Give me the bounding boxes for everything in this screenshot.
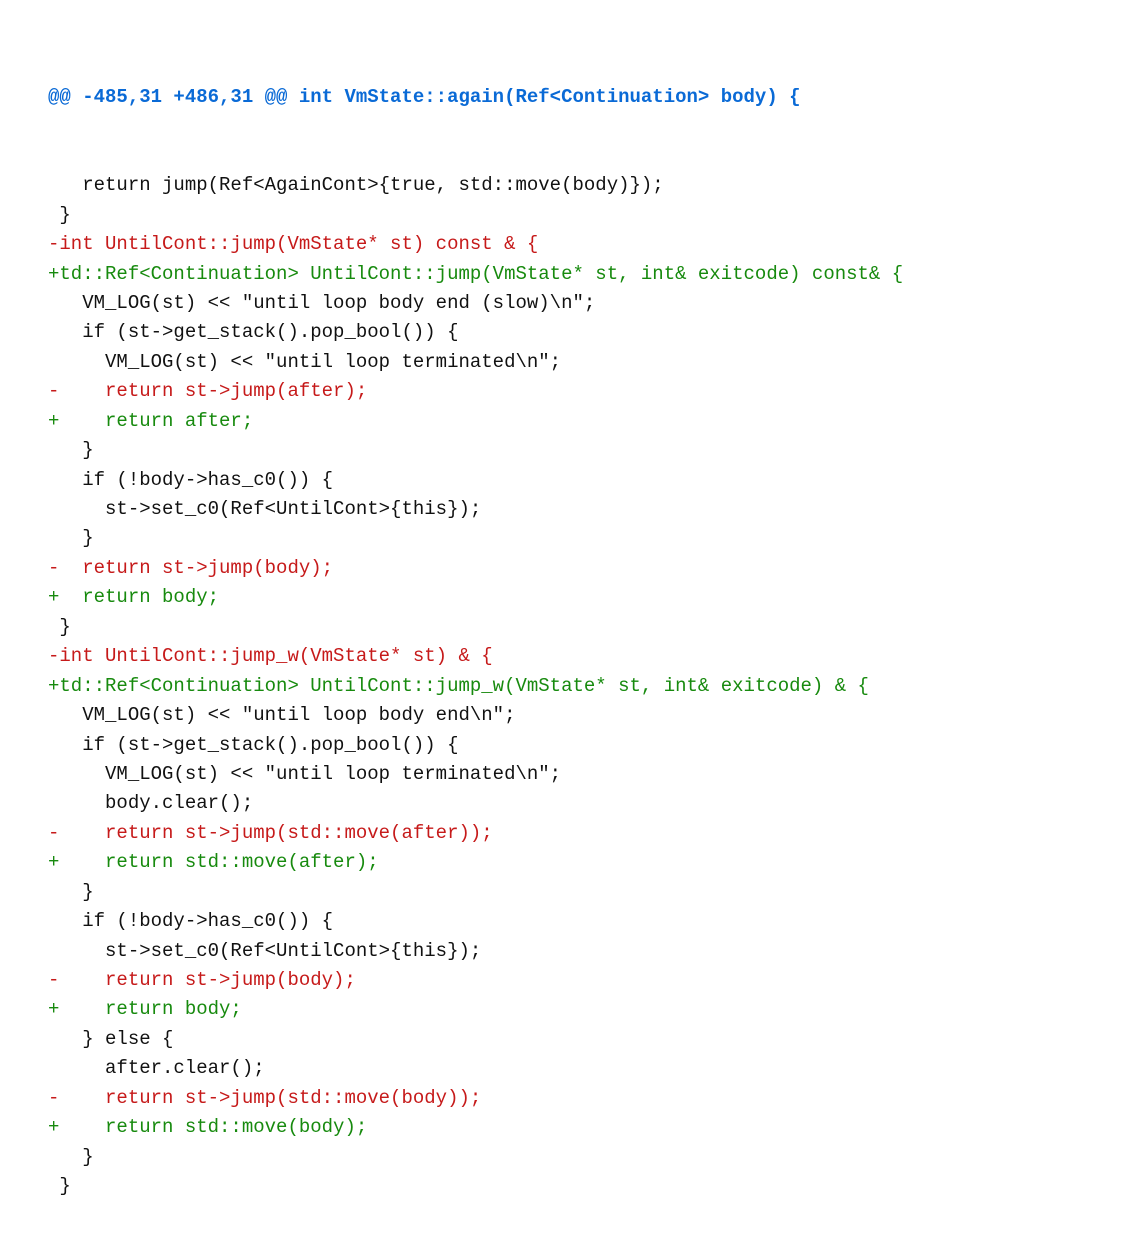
diff-line-context: } <box>48 436 1090 465</box>
diff-line-context: } else { <box>48 1025 1090 1054</box>
diff-line-added: + return body; <box>48 583 1090 612</box>
hunk-function: int VmState::again(Ref<Continuation> bod… <box>299 86 801 108</box>
diff-line-context: body.clear(); <box>48 789 1090 818</box>
diff-line-added: + return std::move(body); <box>48 1113 1090 1142</box>
diff-line-context: if (st->get_stack().pop_bool()) { <box>48 318 1090 347</box>
diff-line-context: st->set_c0(Ref<UntilCont>{this}); <box>48 937 1090 966</box>
diff-line-removed: -int UntilCont::jump(VmState* st) const … <box>48 230 1090 259</box>
diff-block: @@ -485,31 +486,31 @@ int VmState::again… <box>0 0 1138 1255</box>
hunk-range: @@ -485,31 +486,31 @@ <box>48 86 299 108</box>
diff-hunk-header: @@ -485,31 +486,31 @@ int VmState::again… <box>48 83 1090 112</box>
diff-line-removed: - return st->jump(after); <box>48 377 1090 406</box>
diff-line-context: } <box>48 1143 1090 1172</box>
diff-line-context: VM_LOG(st) << "until loop body end\n"; <box>48 701 1090 730</box>
diff-line-added: + return std::move(after); <box>48 848 1090 877</box>
diff-line-context: VM_LOG(st) << "until loop body end (slow… <box>48 289 1090 318</box>
diff-line-context: } <box>48 878 1090 907</box>
diff-line-added: + return after; <box>48 407 1090 436</box>
diff-line-added: +td::Ref<Continuation> UntilCont::jump(V… <box>48 260 1090 289</box>
diff-line-removed: - return st->jump(std::move(body)); <box>48 1084 1090 1113</box>
diff-line-context: } <box>48 524 1090 553</box>
diff-line-removed: - return st->jump(body); <box>48 966 1090 995</box>
diff-line-context: } <box>48 1172 1090 1201</box>
diff-line-context: VM_LOG(st) << "until loop terminated\n"; <box>48 348 1090 377</box>
diff-line-context: if (!body->has_c0()) { <box>48 466 1090 495</box>
diff-line-context: if (!body->has_c0()) { <box>48 907 1090 936</box>
diff-line-context: } <box>48 613 1090 642</box>
diff-line-removed: - return st->jump(std::move(after)); <box>48 819 1090 848</box>
diff-line-context: if (st->get_stack().pop_bool()) { <box>48 731 1090 760</box>
diff-line-removed: - return st->jump(body); <box>48 554 1090 583</box>
diff-line-context: after.clear(); <box>48 1054 1090 1083</box>
diff-line-removed: -int UntilCont::jump_w(VmState* st) & { <box>48 642 1090 671</box>
diff-line-added: +td::Ref<Continuation> UntilCont::jump_w… <box>48 672 1090 701</box>
diff-line-added: + return body; <box>48 995 1090 1024</box>
diff-lines-container: return jump(Ref<AgainCont>{true, std::mo… <box>48 171 1090 1201</box>
diff-line-context: return jump(Ref<AgainCont>{true, std::mo… <box>48 171 1090 200</box>
diff-line-context: VM_LOG(st) << "until loop terminated\n"; <box>48 760 1090 789</box>
diff-line-context: } <box>48 201 1090 230</box>
diff-line-context: st->set_c0(Ref<UntilCont>{this}); <box>48 495 1090 524</box>
